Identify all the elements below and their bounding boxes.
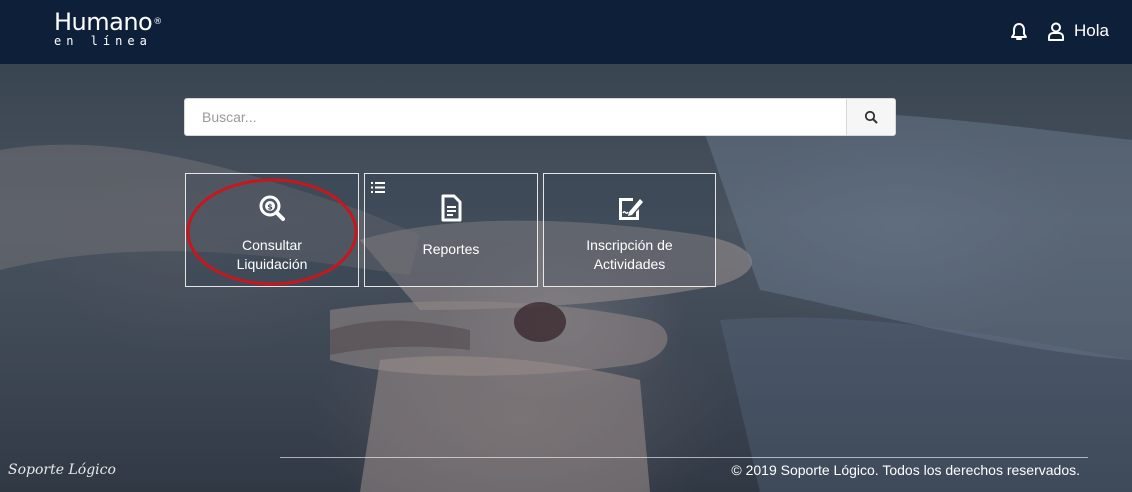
search-bar [184, 98, 896, 136]
tile-label: Consultar Liquidación [186, 236, 358, 274]
top-navbar: Humano® en línea Hola [0, 0, 1132, 64]
tile-inscripcion-actividades[interactable]: Inscripción de Actividades [543, 173, 716, 287]
tile-reportes[interactable]: Reportes [364, 173, 538, 287]
tile-label-line1: Reportes [422, 241, 480, 257]
footer-brand-signature: Soporte Lógico [8, 462, 116, 478]
user-icon[interactable] [1047, 22, 1065, 42]
search-icon [864, 110, 878, 124]
logo-subtitle: en línea [54, 34, 152, 48]
search-button[interactable] [846, 99, 895, 135]
list-icon [371, 180, 385, 193]
document-icon [437, 194, 465, 222]
logo[interactable]: Humano® en línea [54, 10, 174, 54]
notifications-bell-icon[interactable] [1011, 22, 1027, 42]
tile-label-line1: Inscripción de [586, 237, 673, 253]
footer-copyright: © 2019 Soporte Lógico. Todos los derecho… [731, 462, 1080, 478]
logo-text: Humano [54, 8, 153, 36]
logo-main: Humano® [54, 10, 174, 34]
tile-consultar-liquidacion[interactable]: $ Consultar Liquidación [185, 173, 359, 287]
user-greeting[interactable]: Hola [1074, 21, 1109, 41]
app-page: Humano® en línea Hola Buscar... $ Consul… [0, 0, 1132, 492]
tile-label-line1: Consultar [242, 237, 302, 253]
tile-label: Inscripción de Actividades [544, 236, 715, 274]
svg-text:$: $ [267, 203, 273, 212]
tile-label-line2: Liquidación [236, 256, 308, 272]
tile-label: Reportes [365, 240, 537, 259]
search-input[interactable] [185, 99, 847, 135]
tile-label-line2: Actividades [593, 256, 666, 272]
logo-registered-mark: ® [153, 17, 162, 27]
footer-divider [280, 457, 1088, 458]
search-dollar-icon: $ [258, 194, 286, 222]
signature-icon [616, 194, 644, 222]
